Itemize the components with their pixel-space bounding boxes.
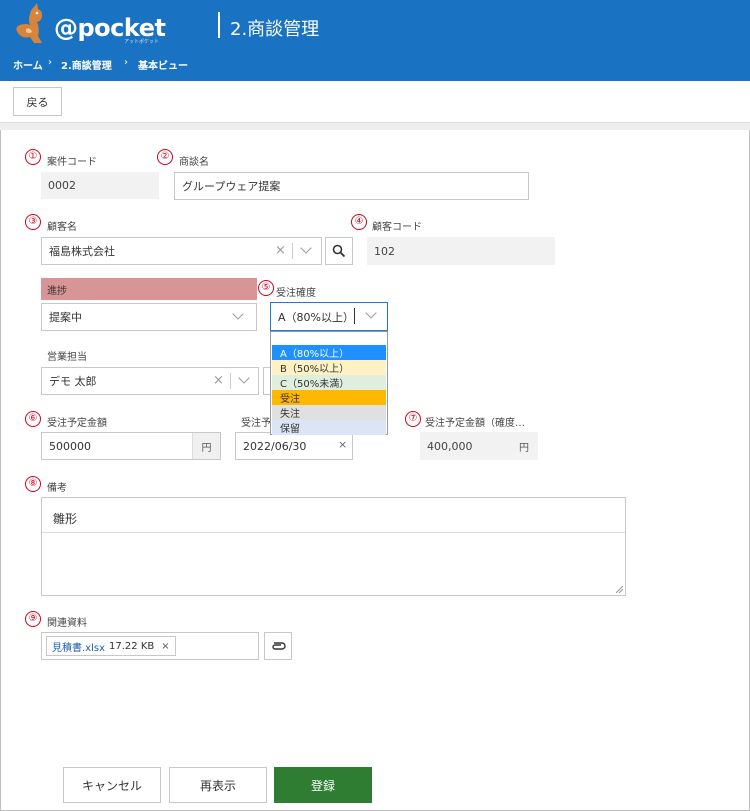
search-icon <box>332 244 346 258</box>
notes-label: 備考 <box>47 483 67 494</box>
planned-date-value: 2022/06/30 <box>243 439 307 453</box>
logo-subtext: アットポケット <box>124 39 160 45</box>
customer-name-value: 福島株式会社 <box>49 245 115 258</box>
customer-code-label: 顧客コード <box>372 222 422 233</box>
sales-rep-value: デモ 太郎 <box>49 375 97 388</box>
dropdown-option-hold[interactable]: 保留 <box>272 420 386 435</box>
cancel-button[interactable]: キャンセル <box>63 767 161 803</box>
attachments-label: 関連資料 <box>47 618 87 629</box>
select-divider <box>230 373 231 389</box>
attachments-field: 見積書.xlsx 17.22 KB × <box>41 632 259 660</box>
section-divider <box>0 123 750 130</box>
text-cursor <box>354 308 355 324</box>
dropdown-option-c[interactable]: C（50%未満） <box>272 375 386 390</box>
planned-date-label: 受注予 <box>241 418 271 429</box>
annotation-marker-8: ⑧ <box>25 476 41 492</box>
notes-textarea[interactable]: 雛形 <box>41 497 626 596</box>
resize-handle-icon[interactable] <box>616 586 623 593</box>
dropdown-option-a[interactable]: A（80%以上） <box>272 345 386 360</box>
annotation-marker-4: ④ <box>351 214 367 230</box>
customer-search-button[interactable] <box>325 237 353 265</box>
close-icon[interactable]: × <box>275 243 286 258</box>
annotation-marker-3: ③ <box>25 214 41 230</box>
case-code-label: 案件コード <box>47 157 97 168</box>
paperclip-icon <box>272 642 286 650</box>
probability-dropdown: A（80%以上） B（50%以上） C（50%未満） 受注 失注 保留 <box>270 331 388 435</box>
annotation-marker-5: ⑤ <box>258 280 274 296</box>
sales-rep-label: 営業担当 <box>47 352 87 363</box>
annotation-marker-7: ⑦ <box>405 411 421 427</box>
breadcrumb-deals[interactable]: 2.商談管理 <box>61 57 112 72</box>
weighted-amount-label: 受注予定金額（確度… <box>425 418 525 429</box>
attachment-chip: 見積書.xlsx 17.22 KB × <box>46 636 176 656</box>
probability-label: 受注確度 <box>276 288 316 299</box>
breadcrumb-home[interactable]: ホーム <box>13 57 43 72</box>
back-button[interactable]: 戻る <box>13 87 62 116</box>
planned-date-input[interactable]: 2022/06/30 <box>235 432 353 460</box>
notes-divider <box>42 532 625 533</box>
attach-file-button[interactable] <box>264 632 292 660</box>
progress-label: 進捗 <box>41 278 257 300</box>
dropdown-option-b[interactable]: B（50%以上） <box>272 360 386 375</box>
probability-value: A（80%以上） <box>278 310 354 324</box>
redisplay-button[interactable]: 再表示 <box>169 767 267 803</box>
close-icon[interactable]: × <box>213 373 224 388</box>
attachment-file-name[interactable]: 見積書.xlsx <box>52 639 105 654</box>
deal-name-label: 商談名 <box>179 157 209 168</box>
annotation-marker-2: ② <box>157 149 173 165</box>
annotation-marker-6: ⑥ <box>25 411 41 427</box>
planned-amount-value: 500000 <box>49 439 91 453</box>
annotation-marker-1: ① <box>25 149 41 165</box>
dropdown-option-lost[interactable]: 失注 <box>272 405 386 420</box>
date-clear-icon[interactable]: × <box>338 438 347 451</box>
attachment-remove-icon[interactable]: × <box>161 641 169 652</box>
customer-name-label: 顧客名 <box>47 222 77 233</box>
progress-value: 提案中 <box>49 311 82 324</box>
deal-name-input[interactable]: グループウェア提案 <box>174 172 529 200</box>
breadcrumb-separator: › <box>124 57 128 68</box>
annotation-marker-9: ⑨ <box>25 611 41 627</box>
case-code-value: 0002 <box>41 172 159 199</box>
title-divider <box>218 12 220 38</box>
page-title: 2.商談管理 <box>230 19 320 40</box>
notes-value: 雛形 <box>53 512 78 526</box>
dropdown-option-won[interactable]: 受注 <box>272 390 386 405</box>
breadcrumb-view: 基本ビュー <box>138 61 188 72</box>
breadcrumb-separator: › <box>48 57 52 68</box>
kangaroo-logo-icon <box>16 3 43 43</box>
yen-suffix: 円 <box>192 433 220 459</box>
customer-code-value: 102 <box>367 237 555 265</box>
planned-amount-label: 受注予定金額 <box>47 418 107 429</box>
toolbar: 戻る <box>0 81 750 123</box>
attachment-file-size: 17.22 KB <box>109 640 155 652</box>
yen-suffix: 円 <box>510 432 538 460</box>
save-button[interactable]: 登録 <box>274 767 372 803</box>
sales-rep-select[interactable]: デモ 太郎 <box>41 367 259 395</box>
app-header: @pocket アットポケット 2.商談管理 ホーム › 2.商談管理 › 基本… <box>0 0 750 81</box>
select-divider <box>292 243 293 259</box>
progress-select[interactable]: 提案中 <box>41 303 257 331</box>
